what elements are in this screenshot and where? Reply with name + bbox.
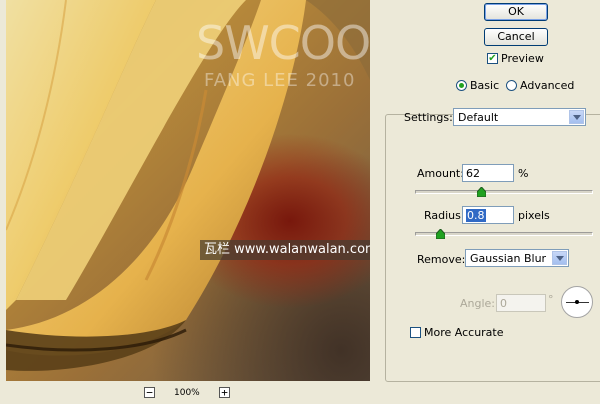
radius-label: Radius: [424,209,465,222]
settings-group [385,114,600,382]
cancel-button[interactable]: Cancel [484,28,548,46]
radius-slider-thumb[interactable] [436,229,445,239]
amount-input[interactable]: 62 [462,164,514,182]
basic-label: Basic [470,79,500,92]
remove-select[interactable]: Gaussian Blur [465,249,569,267]
settings-label: Settings: [404,111,453,124]
radius-input[interactable]: 0.8 [462,206,514,224]
angle-label: Angle: [460,297,496,310]
watermark-site: 瓦栏 www.walanwalan.com [200,240,370,260]
basic-radio[interactable] [456,80,467,91]
radius-value: 0.8 [466,209,486,222]
angle-input: 0 [496,294,546,312]
preview-label: Preview [501,52,544,65]
amount-label: Amount: [417,167,464,180]
settings-value: Default [458,111,499,124]
zoom-out-button[interactable]: − [144,387,155,398]
angle-dial [561,286,593,318]
preview-image[interactable]: SWCOOL FANG LEE 2010 瓦栏 www.walanwalan.c… [6,0,370,381]
amount-value: 62 [466,167,480,180]
ok-button[interactable]: OK [484,3,548,21]
amount-slider-thumb[interactable] [477,187,486,197]
angle-unit: ° [548,293,554,306]
preview-checkbox[interactable]: ✔ [487,53,498,64]
angle-value: 0 [500,297,507,310]
settings-select[interactable]: Default [453,108,586,126]
amount-unit: % [518,167,529,180]
zoom-in-button[interactable]: + [219,387,230,398]
watermark-credit: FANG LEE 2010 [204,70,356,91]
more-accurate-label: More Accurate [424,326,504,339]
radius-unit: pixels [518,209,550,222]
advanced-radio[interactable] [506,80,517,91]
watermark-title: SWCOOL [196,16,370,70]
chevron-down-icon [569,110,584,124]
more-accurate-checkbox[interactable] [410,327,421,338]
chevron-down-icon [552,251,567,265]
remove-value: Gaussian Blur [470,252,547,265]
zoom-level: 100% [174,388,200,398]
amount-slider-track[interactable] [415,190,593,194]
advanced-label: Advanced [520,79,575,92]
remove-label: Remove: [417,253,466,266]
zoom-bar: − 100% + [6,385,370,404]
